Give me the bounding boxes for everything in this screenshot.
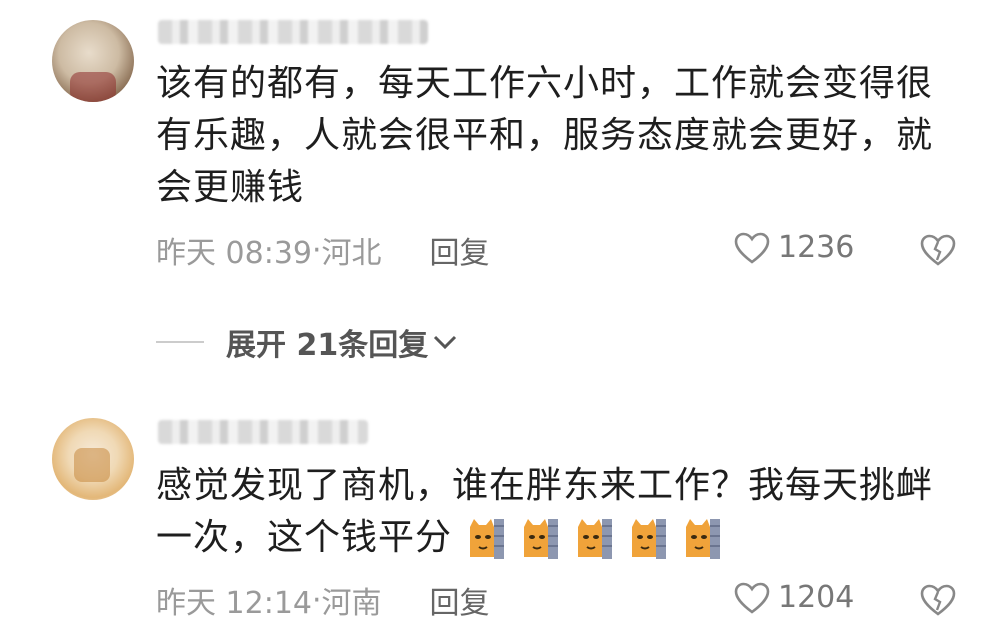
dislike-button[interactable] — [920, 584, 956, 620]
like-count: 1236 — [778, 230, 855, 265]
cat-peek-emoji — [686, 519, 721, 559]
username-blurred[interactable] — [158, 20, 428, 44]
cat-peek-emoji — [524, 519, 559, 559]
broken-heart-icon — [920, 584, 956, 616]
divider-line — [156, 341, 204, 343]
like-count: 1204 — [778, 580, 855, 615]
comment-location: 河南 — [321, 586, 382, 621]
meta-separator: · — [312, 232, 322, 268]
comment-meta: 昨天 08:39 · 河北 回复 — [156, 228, 490, 272]
comment-meta: 昨天 12:14 · 河南 回复 — [156, 578, 490, 622]
emoji-group — [452, 517, 722, 559]
comment-time: 昨天 08:39 — [156, 236, 312, 271]
cat-peek-emoji — [470, 519, 505, 559]
comment-text: 该有的都有，每天工作六小时，工作就会变得很有乐趣，人就会很平和，服务态度就会更好… — [156, 63, 934, 208]
dislike-button[interactable] — [920, 234, 956, 270]
chevron-down-icon — [434, 335, 457, 350]
comment-location: 河北 — [321, 236, 382, 271]
like-button[interactable]: 1236 — [734, 230, 854, 265]
comment-text: 感觉发现了商机，谁在胖东来工作？我每天挑衅一次，这个钱平分 — [156, 460, 946, 564]
expand-replies-label: 展开 21条回复 — [226, 328, 429, 363]
username-blurred[interactable] — [158, 420, 368, 444]
expand-replies[interactable]: 展开 21条回复 — [156, 322, 458, 363]
reply-button[interactable]: 回复 — [430, 228, 490, 272]
broken-heart-icon — [920, 234, 956, 266]
avatar[interactable] — [52, 20, 134, 102]
heart-outline-icon — [734, 232, 770, 264]
comment-time: 昨天 12:14 — [156, 586, 312, 621]
like-button[interactable]: 1204 — [734, 580, 854, 615]
cat-peek-emoji — [632, 519, 667, 559]
cat-peek-emoji — [578, 519, 613, 559]
reply-button[interactable]: 回复 — [430, 578, 490, 622]
heart-outline-icon — [734, 582, 770, 614]
avatar[interactable] — [52, 418, 134, 500]
meta-separator: · — [312, 582, 322, 618]
